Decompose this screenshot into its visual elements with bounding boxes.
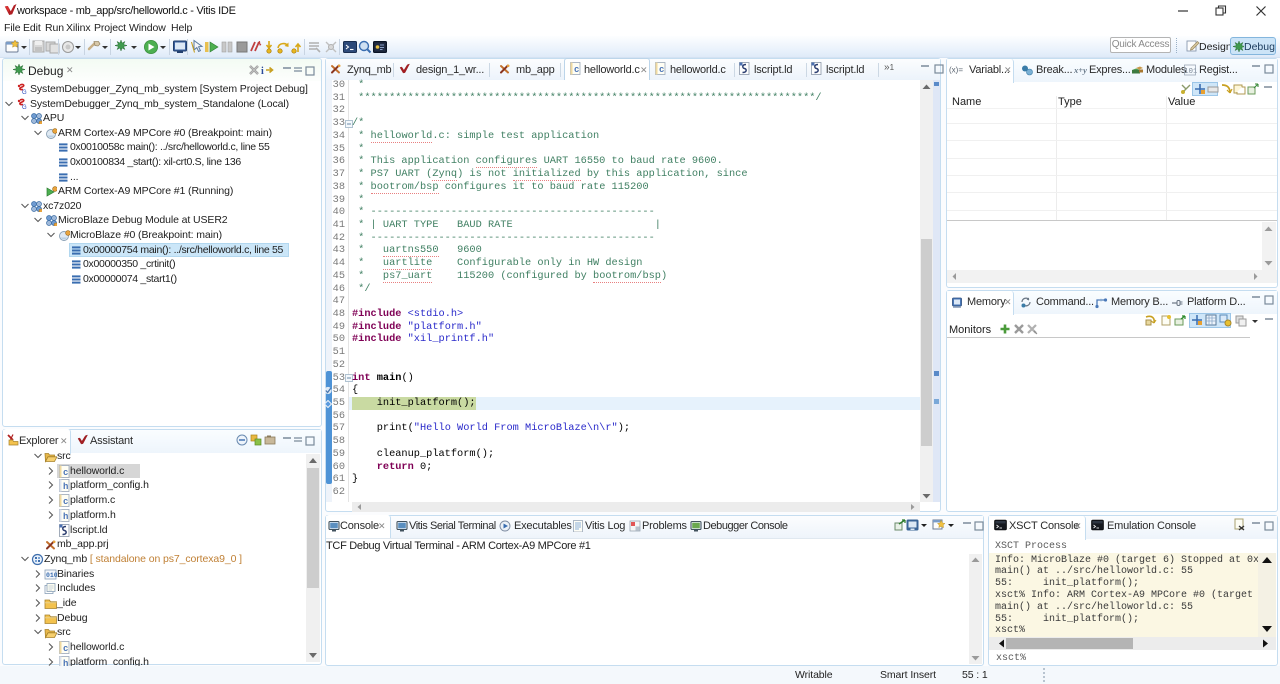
svg-text:G: G — [22, 105, 27, 110]
svg-text:c: c — [63, 468, 68, 478]
svg-text:c: c — [659, 65, 664, 75]
svg-text:c: c — [574, 65, 579, 75]
svg-text:(x)=: (x)= — [949, 66, 963, 75]
svg-text:010: 010 — [46, 572, 57, 579]
svg-text:x+y: x+y — [1074, 65, 1087, 75]
svg-text:c: c — [63, 644, 68, 654]
svg-text:c: c — [63, 497, 68, 507]
svg-text:h: h — [63, 482, 68, 492]
svg-text:i: i — [261, 66, 264, 76]
svg-text:h: h — [63, 512, 68, 522]
svg-text:G: G — [22, 90, 27, 95]
